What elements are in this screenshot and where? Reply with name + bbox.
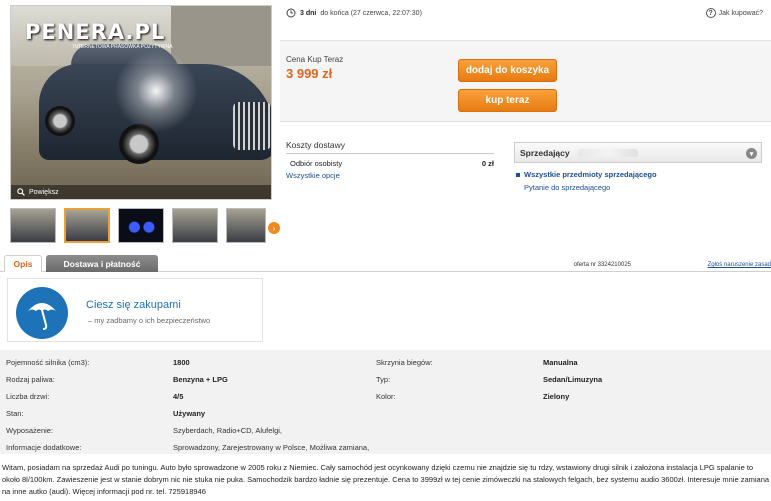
price: 3 999 zł xyxy=(286,66,333,81)
param-value: Sedan/Limuzyna xyxy=(543,375,603,384)
item-description: Witam, posiadam na sprzedaż Audi po tuni… xyxy=(2,463,770,496)
tab-description[interactable]: Opis xyxy=(4,255,42,272)
photo-wheel xyxy=(45,106,75,136)
param-label: Typ: xyxy=(376,375,391,384)
photo-glare xyxy=(111,46,201,136)
shipping-option: Odbiór osobisty xyxy=(290,159,343,168)
thumbnail[interactable] xyxy=(226,208,266,243)
safety-title: Ciesz się zakupami xyxy=(86,299,181,311)
seller-ask[interactable]: Pytanie do sprzedającego xyxy=(516,183,657,192)
auction-end-time: 3 dni do końca (27 czerwca, 22:07:30) xyxy=(286,8,422,18)
magnifier-icon xyxy=(17,188,25,196)
param-value: 1800 xyxy=(173,358,190,367)
param-value: Benzyna + LPG xyxy=(173,375,228,384)
table-row: Stan: Używany xyxy=(0,404,771,421)
thumbnail[interactable] xyxy=(118,208,164,243)
shipping-costs: Koszty dostawy Odbiór osobisty 0 zł Wszy… xyxy=(286,140,494,180)
safety-banner[interactable]: Ciesz się zakupami – my zadbamy o ich be… xyxy=(7,278,263,342)
param-label: Wyposażenie: xyxy=(6,426,54,435)
question-icon: ? xyxy=(705,8,716,18)
param-label: Informacje dodatkowe: xyxy=(6,443,82,452)
main-photo[interactable]: PENERA.PL INTERNETOWA PRASÓWKA POZYTYWNA… xyxy=(10,5,272,200)
zoom-label: Powiększ xyxy=(29,188,59,196)
buy-now-button[interactable]: kup teraz xyxy=(458,89,557,112)
umbrella-icon xyxy=(16,287,68,339)
param-value: 4/5 xyxy=(173,392,184,401)
table-row: Informacje dodatkowe: Sprowadzony, Zarej… xyxy=(0,438,771,455)
param-value: Manualna xyxy=(543,358,578,367)
offer-number: oferta nr 3324210025 xyxy=(573,262,631,268)
param-value: Używany xyxy=(173,409,206,418)
next-thumbnail-button[interactable]: › xyxy=(268,222,280,234)
param-label: Rodzaj paliwa: xyxy=(6,375,55,384)
table-row: Liczba drzwi: 4/5 Kolor: Zielony xyxy=(0,387,771,404)
param-label: Skrzynia biegów: xyxy=(376,358,433,367)
watermark-subtitle: INTERNETOWA PRASÓWKA POZYTYWNA xyxy=(73,44,173,50)
clock-icon xyxy=(286,8,296,18)
param-label: Liczba drzwi: xyxy=(6,392,50,401)
chevron-down-icon: ▾ xyxy=(746,148,757,159)
thumbnail[interactable] xyxy=(172,208,218,243)
parameters-table: Pojemność silnika (cm3): 1800 Skrzynia b… xyxy=(0,350,771,454)
param-label: Pojemność silnika (cm3): xyxy=(6,358,90,367)
seller-label: Sprzedający xyxy=(520,147,570,158)
price-label: Cena Kup Teraz xyxy=(286,55,344,64)
shipping-option-price: 0 zł xyxy=(481,159,494,168)
add-to-cart-button[interactable]: dodaj do koszyka xyxy=(458,59,557,82)
param-label: Kolor: xyxy=(376,392,396,401)
seller-name-obscured xyxy=(577,148,638,157)
watermark-logo: PENERA.PL xyxy=(25,20,166,44)
help-link[interactable]: ? Jak kupować? xyxy=(705,8,763,18)
param-value: Zielony xyxy=(543,392,570,401)
shipping-option-row: Odbiór osobisty 0 zł xyxy=(286,159,494,168)
photo-car-grille xyxy=(233,102,271,150)
all-options-link[interactable]: Wszystkie opcje xyxy=(286,171,494,180)
table-row: Rodzaj paliwa: Benzyna + LPG Typ: Sedan/… xyxy=(0,370,771,387)
safety-subtitle: – my zadbamy o ich bezpieczeństwo xyxy=(88,316,211,325)
seller-all-items[interactable]: Wszystkie przedmioty sprzedającego xyxy=(516,170,657,179)
ending-date: do końca (27 czerwca, 22:07:30) xyxy=(320,9,422,17)
param-label: Stan: xyxy=(6,409,24,418)
seller-dropdown[interactable]: Sprzedający ▾ xyxy=(514,142,762,163)
thumbnail[interactable] xyxy=(10,208,56,243)
table-row: Wyposażenie: Szyberdach, Radio+CD, Alufe… xyxy=(0,421,771,438)
bullet-icon xyxy=(516,172,520,177)
thumbnail-strip xyxy=(10,208,266,243)
tab-delivery-payment[interactable]: Dostawa i płatność xyxy=(46,255,158,272)
ask-seller-link[interactable]: Pytanie do sprzedającego xyxy=(524,183,610,192)
ending-days: 3 dni xyxy=(300,9,317,17)
seller-links: Wszystkie przedmioty sprzedającego Pytan… xyxy=(516,170,657,196)
shipping-title: Koszty dostawy xyxy=(286,140,494,154)
tab-bar: Opis Dostawa i płatność oferta nr 332421… xyxy=(0,254,771,272)
param-value: Sprowadzony, Zarejestrowany w Polsce, Mo… xyxy=(173,443,370,452)
all-items-link[interactable]: Wszystkie przedmioty sprzedającego xyxy=(524,170,657,179)
table-row: Pojemność silnika (cm3): 1800 Skrzynia b… xyxy=(0,353,771,370)
chevron-right-icon: › xyxy=(272,223,276,233)
report-violation-link[interactable]: Zgłoś naruszenie zasad xyxy=(708,262,771,268)
param-value: Szyberdach, Radio+CD, Alufelgi, xyxy=(173,426,283,435)
buy-panel: Cena Kup Teraz 3 999 zł dodaj do koszyka… xyxy=(280,40,771,122)
zoom-button[interactable]: Powiększ xyxy=(11,185,271,199)
thumbnail-selected[interactable] xyxy=(64,208,110,243)
help-label: Jak kupować? xyxy=(718,9,763,17)
